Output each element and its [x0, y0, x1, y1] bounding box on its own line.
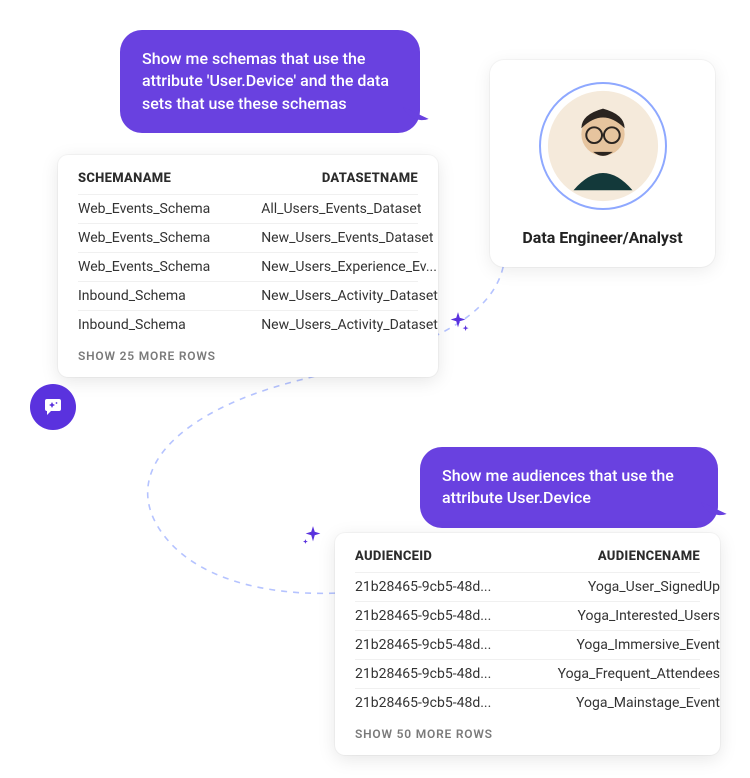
table-row: Inbound_Schema New_Users_Activity_Datase…	[78, 281, 418, 310]
cell-schemaname: Web_Events_Schema	[78, 259, 241, 275]
show-more-rows-link[interactable]: SHOW 50 MORE ROWS	[355, 717, 700, 741]
chat-bubble-audiences-request: Show me audiences that use the attribute…	[420, 447, 718, 528]
cell-schemaname: Web_Events_Schema	[78, 230, 241, 246]
table-row: 21b28465-9cb5-48d... Yoga_Interested_Use…	[355, 601, 700, 630]
column-header-audienceid: AUDIENCEID	[355, 549, 432, 564]
show-more-rows-link[interactable]: SHOW 25 MORE ROWS	[78, 339, 418, 363]
cell-audiencename: Yoga_Immersive_Event	[541, 637, 720, 653]
results-card-audiences: AUDIENCEID AUDIENCENAME 21b28465-9cb5-48…	[335, 533, 720, 755]
chat-fab-button[interactable]	[30, 384, 76, 430]
cell-audienceid: 21b28465-9cb5-48d...	[355, 637, 521, 653]
table-row: 21b28465-9cb5-48d... Yoga_Mainstage_Even…	[355, 688, 700, 717]
persona-title: Data Engineer/Analyst	[508, 228, 697, 247]
cell-schemaname: Web_Events_Schema	[78, 201, 241, 217]
cell-schemaname: Inbound_Schema	[78, 288, 241, 304]
cell-datasetname: New_Users_Events_Dataset	[261, 230, 438, 246]
sparkle-icon	[445, 310, 471, 340]
results-card-schemas: SCHEMANAME DATASETNAME Web_Events_Schema…	[58, 155, 438, 377]
cell-audienceid: 21b28465-9cb5-48d...	[355, 695, 521, 711]
avatar	[539, 82, 667, 210]
cell-audiencename: Yoga_Interested_Users	[541, 608, 720, 624]
chat-bubble-text: Show me audiences that use the attribute…	[442, 466, 674, 507]
cell-datasetname: All_Users_Events_Dataset	[261, 201, 438, 217]
chat-bubble-schemas-request: Show me schemas that use the attribute '…	[120, 30, 420, 133]
cell-audiencename: Yoga_Frequent_Attendees	[541, 666, 720, 682]
sparkle-icon	[300, 524, 326, 554]
chat-bubble-text: Show me schemas that use the attribute '…	[142, 49, 389, 113]
cell-audienceid: 21b28465-9cb5-48d...	[355, 608, 521, 624]
column-header-audiencename: AUDIENCENAME	[598, 549, 700, 564]
chat-sparkle-icon	[41, 395, 65, 419]
cell-audiencename: Yoga_User_SignedUp	[541, 579, 720, 595]
table-row: 21b28465-9cb5-48d... Yoga_Frequent_Atten…	[355, 659, 700, 688]
table-row: Web_Events_Schema New_Users_Experience_E…	[78, 252, 418, 281]
cell-datasetname: New_Users_Activity_Dataset	[261, 317, 438, 333]
cell-audienceid: 21b28465-9cb5-48d...	[355, 579, 521, 595]
column-header-schemaname: SCHEMANAME	[78, 171, 171, 186]
cell-schemaname: Inbound_Schema	[78, 317, 241, 333]
column-header-datasetname: DATASETNAME	[322, 171, 418, 186]
cell-datasetname: New_Users_Experience_Ev...	[261, 259, 438, 275]
cell-datasetname: New_Users_Activity_Dataset	[261, 288, 438, 304]
persona-card: Data Engineer/Analyst	[490, 60, 715, 267]
cell-audienceid: 21b28465-9cb5-48d...	[355, 666, 521, 682]
table-row: 21b28465-9cb5-48d... Yoga_Immersive_Even…	[355, 630, 700, 659]
table-row: Web_Events_Schema All_Users_Events_Datas…	[78, 194, 418, 223]
table-row: Web_Events_Schema New_Users_Events_Datas…	[78, 223, 418, 252]
table-row: 21b28465-9cb5-48d... Yoga_User_SignedUp	[355, 572, 700, 601]
table-row: Inbound_Schema New_Users_Activity_Datase…	[78, 310, 418, 339]
avatar-illustration	[544, 87, 662, 205]
cell-audiencename: Yoga_Mainstage_Event	[541, 695, 720, 711]
